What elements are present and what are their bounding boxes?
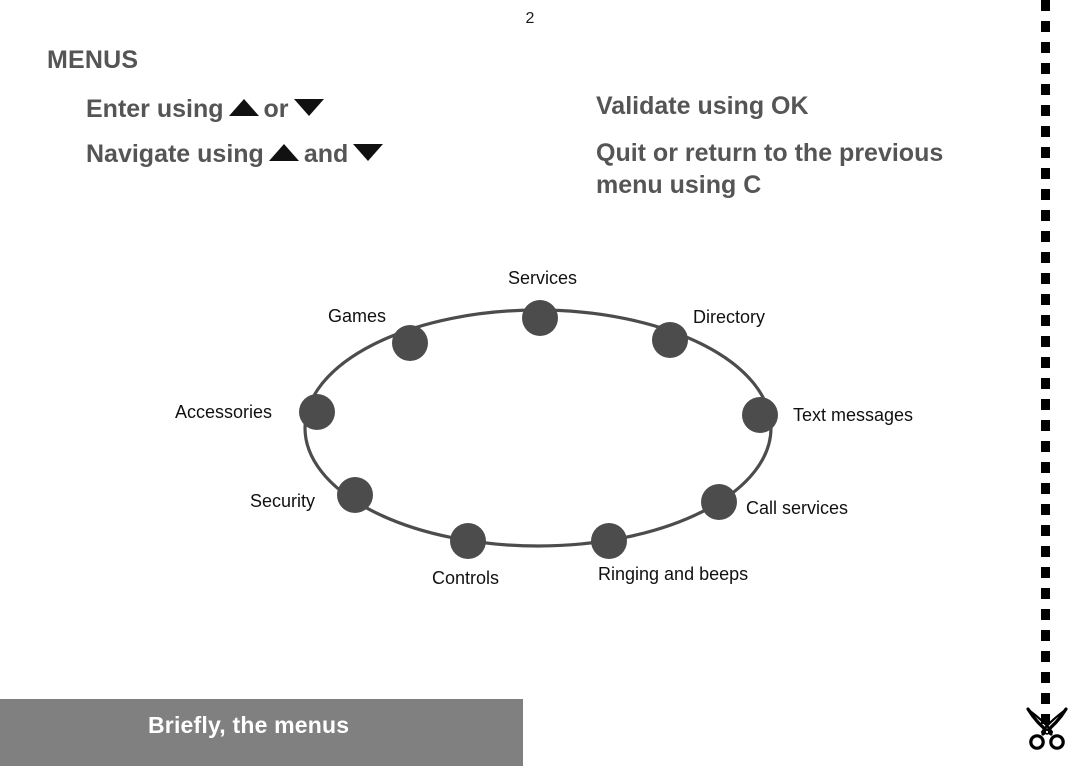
dashed-cut-line (1041, 0, 1050, 724)
wheel-node[interactable] (450, 523, 486, 559)
menu-wheel-diagram: Services Directory Text messages Call servi… (150, 250, 950, 610)
triangle-up-icon (268, 143, 299, 161)
instruction-navigate-middle: and (303, 139, 349, 168)
page-title: MENUS (47, 46, 139, 74)
wheel-node-label: Security (250, 491, 316, 511)
menu-wheel-svg (299, 300, 778, 559)
instruction-validate: Validate using OK (596, 92, 809, 120)
page-number: 2 (525, 10, 535, 27)
instruction-quit-return: Quit or return to the previous menu usin… (596, 138, 944, 199)
scissors-glyph (1026, 707, 1068, 750)
wheel-node-label: Accessories (175, 402, 273, 422)
wheel-node[interactable] (392, 325, 428, 361)
wheel-node[interactable] (591, 523, 627, 559)
wheel-ring (303, 308, 773, 548)
instruction-enter-prefix: Enter using (86, 95, 224, 123)
triangle-up-icon (228, 99, 259, 116)
wheel-node[interactable] (701, 484, 737, 520)
wheel-node[interactable] (652, 322, 688, 358)
instructions-left-column: Enter using or Navigate using and (86, 90, 556, 173)
wheel-node-label: Ringing and beeps (598, 564, 749, 584)
instructions-right-column: Validate using OK Quit or return to the … (596, 87, 1006, 201)
wheel-node-label: Text messages (793, 405, 914, 425)
instruction-navigate-using: Navigate using and (86, 135, 556, 174)
wheel-node[interactable] (742, 397, 778, 433)
wheel-node-label: Directory (693, 307, 766, 327)
wheel-node[interactable] (337, 477, 373, 513)
footer-banner-title: Briefly, the menus (148, 712, 350, 738)
wheel-node[interactable] (299, 394, 335, 430)
wheel-node[interactable] (522, 300, 558, 336)
instruction-navigate-prefix: Navigate using (86, 139, 264, 168)
wheel-node-label: Call services (746, 498, 849, 518)
triangle-down-icon (353, 143, 384, 161)
wheel-node-group (299, 300, 778, 559)
triangle-down-icon (293, 99, 324, 116)
instruction-enter-middle: or (263, 95, 289, 123)
wheel-node-label: Services (508, 268, 578, 288)
wheel-node-label: Controls (432, 568, 500, 588)
wheel-node-label: Games (328, 306, 387, 326)
instruction-enter-using: Enter using or (86, 90, 556, 129)
scissors-icon (1021, 703, 1073, 755)
